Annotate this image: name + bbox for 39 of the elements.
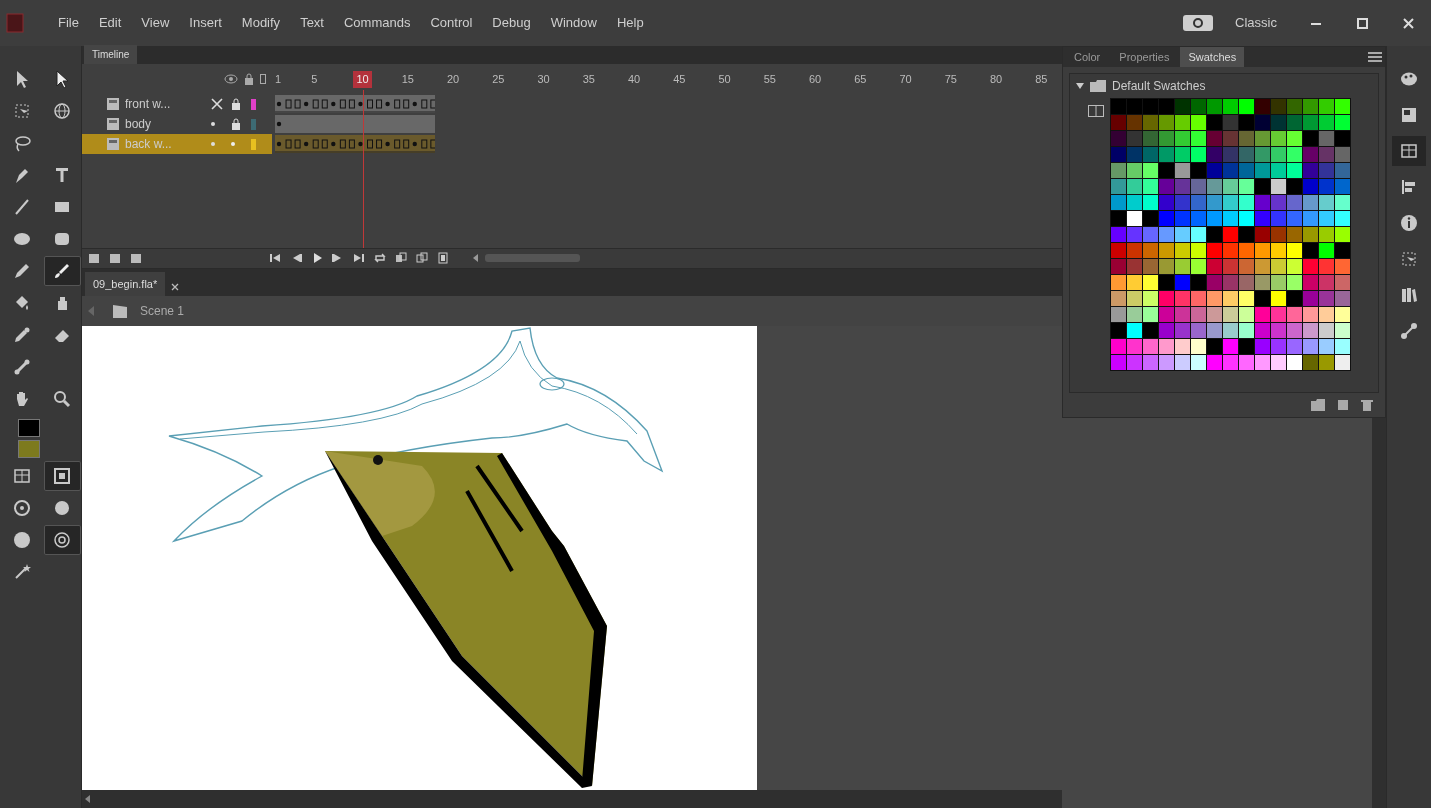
menu-item[interactable]: Commands [333,13,421,33]
menu-item[interactable]: Window [540,13,607,33]
frame-number: 55 [762,72,777,87]
frame-number: 70 [898,72,913,87]
frame-number: 35 [581,72,596,87]
workspace-dropdown[interactable]: Classic [1225,13,1287,33]
menu-item[interactable]: Insert [179,13,232,33]
panel-tab[interactable]: Color [1066,46,1109,68]
frame-number: 40 [626,72,642,87]
frame-number: 25 [491,72,506,87]
layer-name[interactable]: body [125,115,205,133]
frame-number: 15 [400,72,415,87]
menu-item[interactable]: View [131,13,180,33]
layer-name[interactable]: front w... [125,95,205,113]
menu-item[interactable]: Debug [482,13,541,33]
menu-item[interactable]: File [48,13,89,33]
document-tab[interactable]: 09_begin.fla* [85,271,166,297]
frame-number: 30 [536,72,551,87]
menu-item[interactable]: Control [420,13,483,33]
frame-number: 65 [853,72,868,87]
menu-item[interactable]: Edit [88,13,132,33]
frame-number: 60 [807,72,823,87]
folder-name[interactable]: Default Swatches [1112,77,1206,95]
panel-tab[interactable]: Swatches [1180,46,1245,68]
panel-tab[interactable]: Properties [1111,46,1178,68]
frame-number: 5 [310,72,319,87]
frame-number: 85 [1034,72,1049,87]
frame-number: 80 [988,72,1004,87]
menu-item[interactable]: Text [290,13,334,33]
scene-label[interactable]: Scene 1 [140,302,185,321]
frame-number: 75 [943,72,958,87]
menu-item[interactable]: Help [606,13,654,33]
frame-number: 10 [353,71,372,88]
frame-number: 20 [445,72,461,87]
frame-number: 1 [274,72,283,87]
menu-item[interactable]: Modify [231,13,291,33]
timeline-tab[interactable]: Timeline [84,45,138,64]
frame-number: 50 [717,72,732,87]
frame-number: 45 [672,72,687,87]
